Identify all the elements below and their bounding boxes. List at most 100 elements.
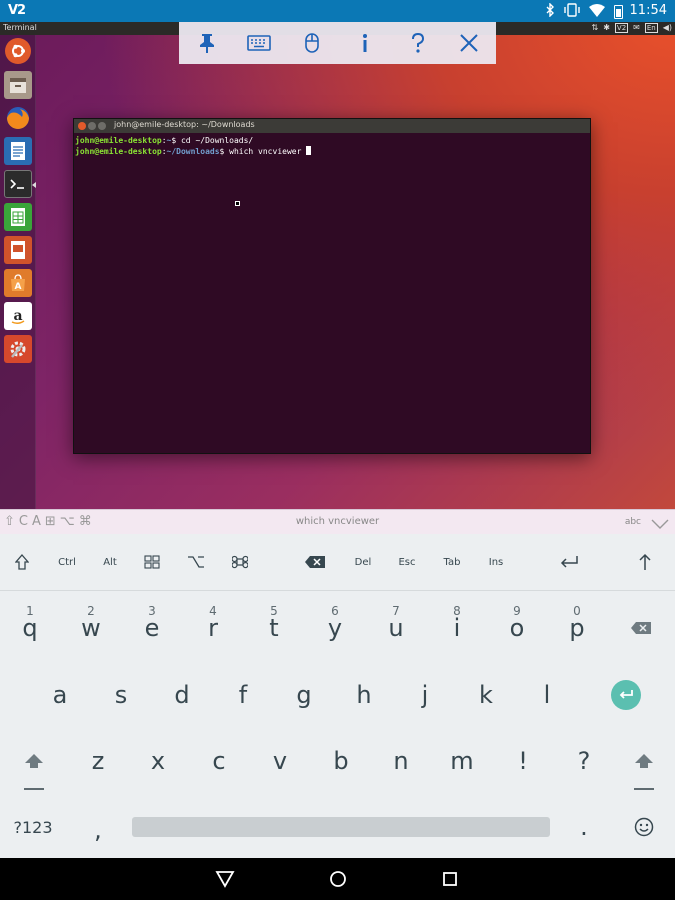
key-m[interactable]: m [432, 731, 492, 791]
impress-icon[interactable] [4, 236, 32, 264]
key-j[interactable]: j [395, 665, 455, 725]
window-maximize-button[interactable] [98, 122, 106, 130]
android-navigation-bar [0, 858, 675, 900]
key-e[interactable]: 3e [122, 598, 182, 658]
extra-keys-row: Ctrl Alt Del Esc Tab Ins [0, 534, 675, 591]
window-close-button[interactable] [78, 122, 86, 130]
keyboard-layout-indicator: En [644, 23, 658, 33]
key-comma[interactable]: , [68, 800, 128, 860]
help-icon[interactable] [404, 30, 432, 56]
vnc-toolbar [179, 22, 496, 64]
remote-desktop[interactable]: Terminal ⇅ ✱ V2 ✉ En ◀) A a john@emile-d… [0, 22, 675, 509]
writer-icon[interactable] [4, 137, 32, 165]
ins-key[interactable]: Ins [483, 548, 509, 576]
return-key-icon[interactable] [556, 548, 582, 576]
terminal-cursor [306, 146, 312, 155]
wifi-icon [589, 3, 605, 20]
input-mode-label[interactable]: abc [625, 517, 641, 527]
svg-text:a: a [13, 308, 22, 324]
software-center-icon[interactable]: A [4, 269, 32, 297]
key-o[interactable]: 9o [487, 598, 547, 658]
terminal-window[interactable]: john@emile-desktop: ~/Downloads john@emi… [73, 118, 591, 454]
alt-key[interactable]: Alt [96, 548, 124, 576]
calc-icon[interactable] [4, 203, 32, 231]
svg-text:A: A [15, 282, 22, 292]
symbols-key[interactable]: ?123 [3, 797, 63, 857]
terminal-icon[interactable] [4, 170, 36, 198]
key-c[interactable]: c [189, 731, 249, 791]
key-question[interactable]: ? [554, 731, 614, 791]
enter-key[interactable] [596, 665, 656, 725]
mail-icon: ✉ [633, 23, 640, 32]
key-i[interactable]: 8i [427, 598, 487, 658]
esc-key[interactable]: Esc [394, 548, 420, 576]
chevron-down-icon[interactable] [651, 515, 669, 529]
key-t[interactable]: 5t [244, 598, 304, 658]
vnc-app-logo: V2 [8, 3, 26, 18]
remote-mouse-pointer [235, 201, 240, 206]
del-key[interactable]: Del [350, 548, 376, 576]
emoji-icon[interactable] [614, 797, 674, 857]
keyboard-icon[interactable] [245, 30, 273, 56]
key-q[interactable]: 1q [0, 598, 60, 658]
key-x[interactable]: x [128, 731, 188, 791]
key-exclamation[interactable]: ! [493, 731, 553, 791]
terminal-titlebar[interactable]: john@emile-desktop: ~/Downloads [74, 119, 590, 133]
info-icon[interactable] [351, 30, 379, 56]
key-g[interactable]: g [274, 665, 334, 725]
key-h[interactable]: h [334, 665, 394, 725]
bluetooth-icon: ✱ [603, 23, 610, 32]
terminal-line: john@emile-desktop:~$ cd ~/Downloads/ [75, 136, 254, 145]
ctrl-key[interactable]: Ctrl [52, 548, 82, 576]
key-p[interactable]: 0p [547, 598, 607, 658]
key-v[interactable]: v [250, 731, 310, 791]
active-app-title: Terminal [3, 23, 37, 32]
key-a[interactable]: a [30, 665, 90, 725]
backspace-icon[interactable] [611, 598, 671, 658]
arrow-up-icon[interactable] [632, 548, 658, 576]
input-strip: ⇧ C A ⊞ ⌥ ⌘ which vncviewer abc [0, 509, 675, 534]
shift-indicator [24, 788, 44, 790]
tab-key[interactable]: Tab [439, 548, 465, 576]
backspace-key-icon[interactable] [302, 548, 328, 576]
terminal-title: john@emile-desktop: ~/Downloads [114, 120, 255, 129]
key-n[interactable]: n [371, 731, 431, 791]
system-settings-icon[interactable] [4, 335, 32, 363]
space-bar[interactable] [132, 817, 550, 837]
battery-icon [614, 4, 623, 19]
key-s[interactable]: s [91, 665, 151, 725]
key-f[interactable]: f [213, 665, 273, 725]
option-key-icon[interactable] [184, 548, 208, 576]
back-icon[interactable] [212, 866, 238, 892]
windows-key-icon[interactable] [140, 548, 164, 576]
window-minimize-button[interactable] [88, 122, 96, 130]
key-r[interactable]: 4r [183, 598, 243, 658]
amazon-icon[interactable]: a [4, 302, 32, 330]
shift-right-icon[interactable] [614, 731, 674, 791]
mouse-icon[interactable] [298, 30, 326, 56]
ubuntu-dash-icon[interactable] [5, 38, 31, 64]
shift-left-icon[interactable] [4, 731, 64, 791]
key-z[interactable]: z [68, 731, 128, 791]
key-y[interactable]: 6y [305, 598, 365, 658]
key-d[interactable]: d [152, 665, 212, 725]
close-icon[interactable] [455, 30, 483, 56]
home-icon[interactable] [325, 866, 351, 892]
terminal-content[interactable]: john@emile-desktop:~$ cd ~/Downloads/ jo… [74, 133, 590, 160]
key-l[interactable]: l [517, 665, 577, 725]
key-k[interactable]: k [456, 665, 516, 725]
key-b[interactable]: b [311, 731, 371, 791]
pin-icon[interactable] [193, 30, 221, 56]
enter-icon [611, 680, 641, 710]
shift-key-icon[interactable] [8, 548, 36, 576]
volume-icon: ◀) [662, 23, 672, 32]
key-w[interactable]: 2w [61, 598, 121, 658]
recents-icon[interactable] [437, 866, 463, 892]
files-icon[interactable] [4, 71, 32, 99]
shift-indicator [634, 788, 654, 790]
firefox-icon[interactable] [4, 104, 32, 132]
key-u[interactable]: 7u [366, 598, 426, 658]
terminal-line: john@emile-desktop:~/Downloads$ which vn… [75, 146, 589, 157]
command-key-icon[interactable] [228, 548, 252, 576]
key-period[interactable]: . [554, 797, 614, 857]
